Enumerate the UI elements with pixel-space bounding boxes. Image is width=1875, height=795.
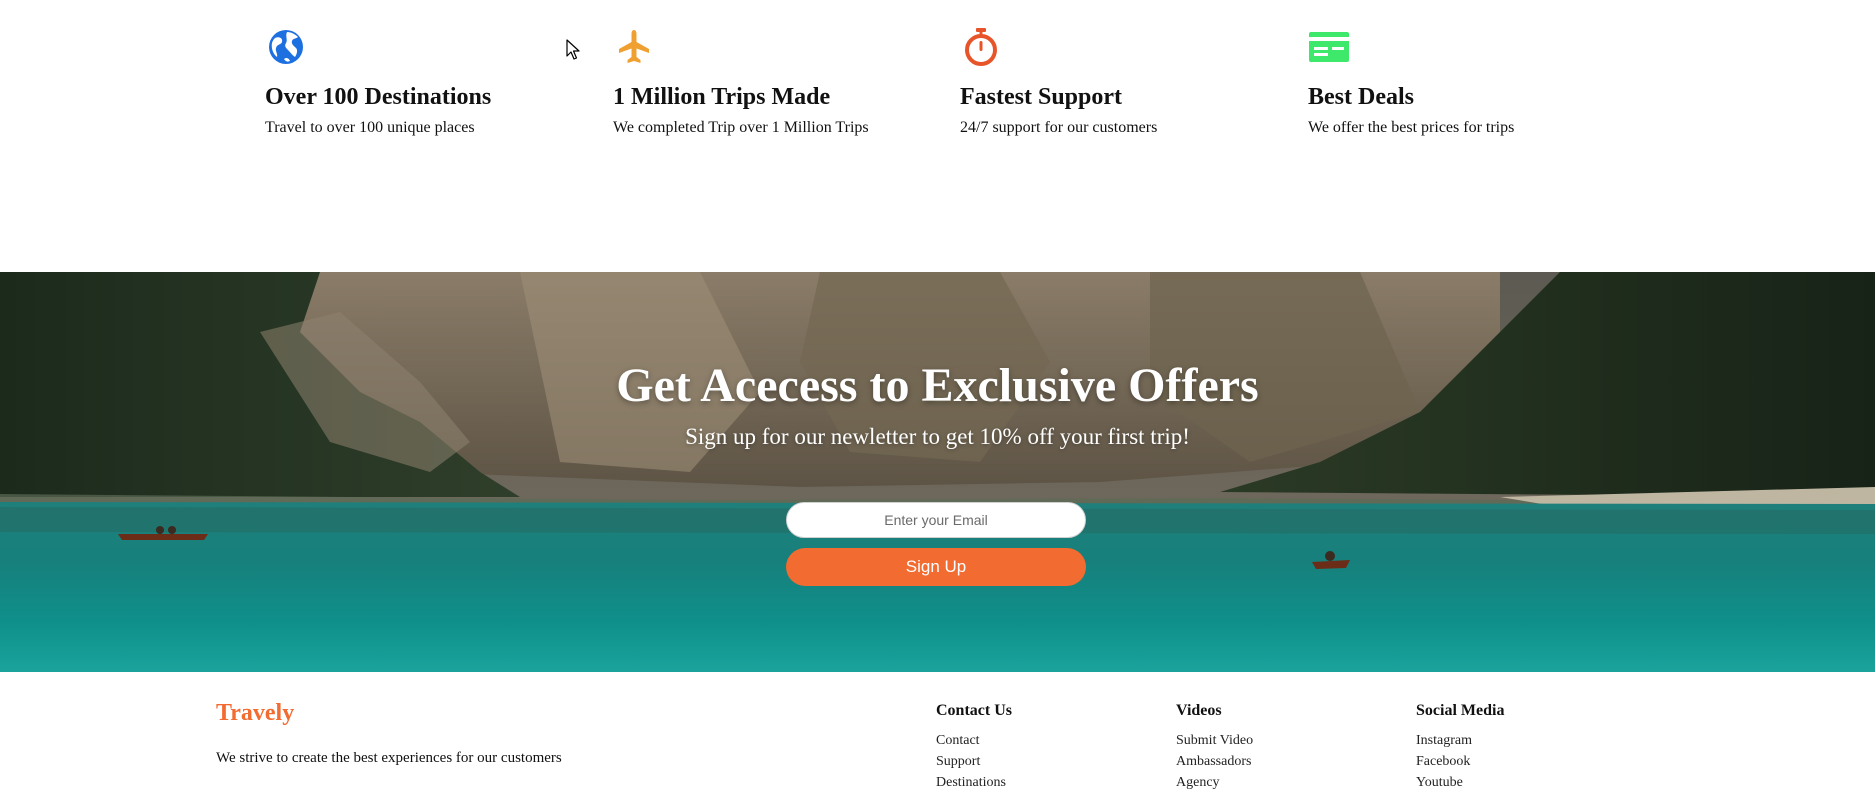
newsletter-title: Get Acecess to Exclusive Offers	[616, 359, 1259, 412]
footer-link-facebook[interactable]: Facebook	[1416, 751, 1504, 772]
footer-column-videos: Videos Submit Video Ambassadors Agency	[1176, 702, 1253, 793]
newsletter-hero: Get Acecess to Exclusive Offers Sign up …	[0, 272, 1875, 672]
feature-description: Travel to over 100 unique places	[265, 119, 475, 137]
newsletter-subtitle: Sign up for our newletter to get 10% off…	[685, 424, 1190, 449]
feature-deals: Best Deals We offer the best prices for …	[1308, 26, 1638, 137]
feature-description: We completed Trip over 1 Million Trips	[613, 119, 869, 137]
feature-title: 1 Million Trips Made	[613, 84, 831, 110]
mouse-cursor-icon	[566, 39, 580, 60]
feature-trips: 1 Million Trips Made We completed Trip o…	[613, 26, 943, 137]
globe-icon	[265, 26, 307, 68]
airplane-icon	[613, 26, 655, 68]
footer-column-heading: Videos	[1176, 702, 1222, 719]
feature-title: Over 100 Destinations	[265, 84, 492, 110]
footer-link-ambassadors[interactable]: Ambassadors	[1176, 751, 1253, 772]
footer-column-contact: Contact Us Contact Support Destinations	[936, 702, 1012, 793]
credit-card-icon	[1308, 26, 1350, 68]
feature-description: 24/7 support for our customers	[960, 119, 1158, 137]
feature-title: Fastest Support	[960, 84, 1123, 110]
footer-link-support[interactable]: Support	[936, 751, 1012, 772]
email-input[interactable]	[786, 502, 1086, 538]
footer-column-heading: Contact Us	[936, 702, 1012, 719]
footer-link-instagram[interactable]: Instagram	[1416, 730, 1504, 751]
footer-column-heading: Social Media	[1416, 702, 1505, 719]
sign-up-button[interactable]: Sign Up	[786, 548, 1086, 586]
features-section: Over 100 Destinations Travel to over 100…	[0, 0, 1875, 272]
footer-link-agency[interactable]: Agency	[1176, 772, 1253, 793]
footer-link-destinations[interactable]: Destinations	[936, 772, 1012, 793]
feature-description: We offer the best prices for trips	[1308, 119, 1515, 137]
footer-link-youtube[interactable]: Youtube	[1416, 772, 1504, 793]
feature-title: Best Deals	[1308, 84, 1414, 110]
footer-column-social-media: Social Media Instagram Facebook Youtube	[1416, 702, 1504, 793]
footer-brand[interactable]: Travely	[216, 700, 294, 727]
feature-destinations: Over 100 Destinations Travel to over 100…	[265, 26, 595, 137]
footer-tagline: We strive to create the best experiences…	[216, 750, 562, 766]
newsletter-content: Get Acecess to Exclusive Offers Sign up …	[0, 272, 1875, 672]
footer-link-submit-video[interactable]: Submit Video	[1176, 730, 1253, 751]
feature-support: Fastest Support 24/7 support for our cus…	[960, 26, 1290, 137]
stopwatch-icon	[960, 26, 1002, 68]
footer: Travely We strive to create the best exp…	[0, 672, 1875, 795]
footer-link-contact[interactable]: Contact	[936, 730, 1012, 751]
